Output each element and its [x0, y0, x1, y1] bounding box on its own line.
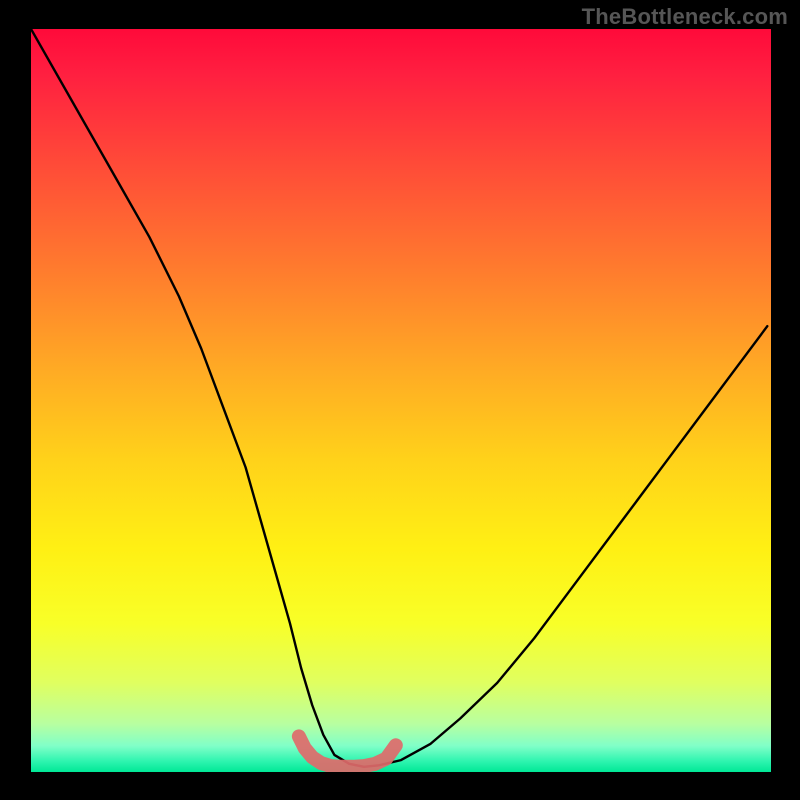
- watermark-text: TheBottleneck.com: [582, 4, 788, 30]
- chart-svg: [0, 0, 800, 800]
- chart-stage: TheBottleneck.com: [0, 0, 800, 800]
- gradient-background: [31, 29, 771, 772]
